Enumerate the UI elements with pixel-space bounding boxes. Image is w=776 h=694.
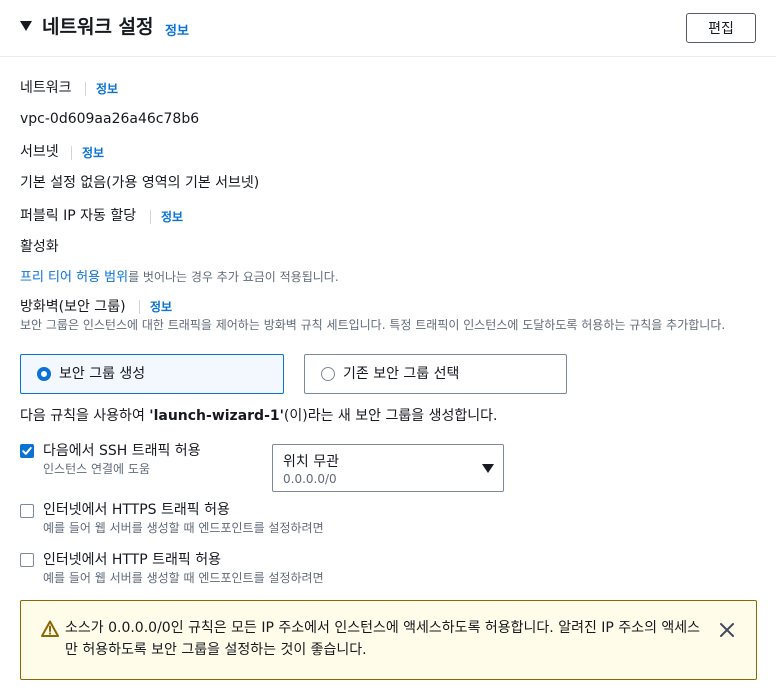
select-existing-security-group-label: 기존 보안 그룹 선택 — [343, 366, 460, 382]
network-info-link[interactable]: 정보 — [96, 80, 118, 98]
panel-header: 네트워크 설정 정보 편집 — [0, 0, 776, 57]
ssh-rule-description: 인스턴스 연결에 도움 — [43, 462, 150, 476]
http-rule-description: 예를 들어 웹 서버를 생성할 때 엔드포인트를 설정하려면 — [43, 571, 324, 585]
checkmark-icon — [22, 447, 32, 455]
network-label: 네트워크 — [20, 80, 72, 96]
create-security-group-option[interactable]: 보안 그룹 생성 — [20, 354, 284, 394]
divider — [85, 82, 86, 96]
caret-down-icon — [482, 464, 494, 473]
divider — [150, 210, 151, 224]
network-settings-panel: 네트워크 설정 정보 편집 네트워크 정보 vpc-0d609aa26a46c7… — [0, 0, 776, 694]
firewall-info-link[interactable]: 정보 — [150, 298, 172, 316]
close-icon[interactable] — [718, 621, 736, 639]
http-checkbox[interactable] — [20, 553, 34, 567]
subnet-info-link[interactable]: 정보 — [82, 144, 104, 162]
subnet-label: 서브넷 — [20, 144, 59, 160]
free-tier-notice: 프리 티어 허용 범위를 벗어나는 경우 추가 요금이 적용됩니다. — [20, 268, 339, 287]
https-rule-label[interactable]: 인터넷에서 HTTPS 트래픽 허용 — [43, 501, 230, 519]
rule-text-suffix: (이)라는 새 보안 그룹을 생성합니다. — [283, 408, 498, 424]
new-security-group-text: 다음 규칙을 사용하여 'launch-wizard-1'(이)라는 새 보안 … — [20, 407, 497, 425]
ssh-rule-label[interactable]: 다음에서 SSH 트래픽 허용 — [43, 442, 201, 460]
collapse-caret-icon[interactable] — [20, 21, 32, 31]
ssh-source-select[interactable]: 위치 무관 0.0.0.0/0 — [272, 444, 504, 492]
divider — [71, 146, 72, 160]
public-ip-value: 활성화 — [20, 239, 59, 255]
header-info-link[interactable]: 정보 — [165, 20, 189, 39]
ssh-source-value: 위치 무관 — [283, 454, 339, 470]
ssh-source-cidr: 0.0.0.0/0 — [283, 472, 337, 486]
select-existing-security-group-option[interactable]: 기존 보안 그룹 선택 — [304, 354, 567, 394]
network-value: vpc-0d609aa26a46c78b6 — [20, 111, 200, 127]
firewall-label: 방화벽(보안 그룹) — [20, 299, 126, 315]
free-tier-notice-text: 를 벗어나는 경우 추가 요금이 적용됩니다. — [128, 270, 339, 284]
panel-title: 네트워크 설정 — [42, 16, 154, 38]
warning-alert: 소스가 0.0.0.0/0인 규칙은 모든 IP 주소에서 인스턴스에 액세스하… — [20, 600, 757, 680]
https-checkbox[interactable] — [20, 504, 34, 518]
security-group-name: 'launch-wizard-1' — [149, 408, 284, 424]
public-ip-label: 퍼블릭 IP 자동 할당 — [20, 208, 137, 224]
http-rule-label[interactable]: 인터넷에서 HTTP 트래픽 허용 — [43, 551, 221, 569]
public-ip-info-link[interactable]: 정보 — [161, 208, 183, 226]
warning-icon — [41, 620, 59, 637]
warning-alert-text: 소스가 0.0.0.0/0인 규칙은 모든 IP 주소에서 인스턴스에 액세스하… — [65, 620, 701, 658]
create-security-group-label: 보안 그룹 생성 — [59, 366, 146, 382]
free-tier-link[interactable]: 프리 티어 허용 범위 — [20, 270, 128, 285]
divider — [139, 300, 140, 314]
subnet-value: 기본 설정 없음(가용 영역의 기본 서브넷) — [20, 175, 260, 191]
edit-button[interactable]: 편집 — [686, 13, 756, 43]
radio-unselected[interactable] — [321, 367, 335, 381]
rule-text-prefix: 다음 규칙을 사용하여 — [20, 408, 150, 424]
firewall-description: 보안 그룹은 인스턴스에 대한 트래픽을 제어하는 방화벽 규칙 세트입니다. … — [20, 318, 726, 332]
https-rule-description: 예를 들어 웹 서버를 생성할 때 엔드포인트를 설정하려면 — [43, 521, 324, 535]
ssh-checkbox[interactable] — [20, 444, 34, 458]
radio-selected[interactable] — [37, 367, 51, 381]
